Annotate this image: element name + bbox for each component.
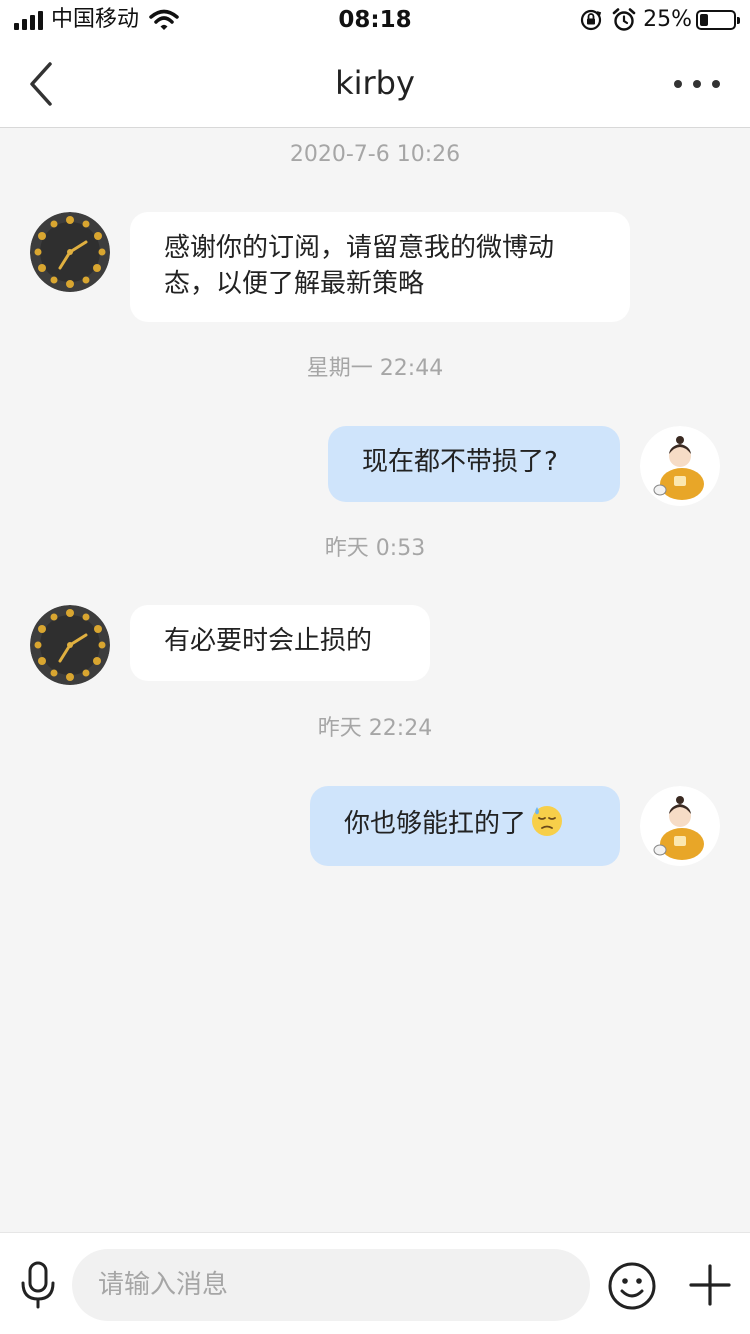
- outgoing-message-bubble[interactable]: 你也够能扛的了: [310, 786, 620, 866]
- battery-percent: 25%: [643, 7, 692, 32]
- status-bar: 中国移动 08:18 25%: [0, 0, 750, 40]
- message-timestamp: 昨天 0:53: [324, 536, 426, 561]
- girl-avatar-icon: [640, 426, 720, 506]
- more-dots-icon[interactable]: [672, 70, 722, 98]
- message-timestamp: 昨天 22:24: [317, 716, 433, 741]
- status-right: 25%: [579, 7, 740, 33]
- microphone-icon[interactable]: [18, 1261, 58, 1309]
- contact-avatar[interactable]: [30, 212, 110, 292]
- message-timestamp: 星期一 22:44: [306, 356, 444, 381]
- contact-avatar[interactable]: [30, 605, 110, 685]
- battery-icon: [696, 10, 740, 30]
- clock-avatar-icon: [30, 212, 110, 292]
- incoming-message-bubble[interactable]: 感谢你的订阅，请留意我的微博动态，以便了解最新策略: [130, 212, 630, 322]
- sweat-emoji-icon: [532, 806, 563, 836]
- outgoing-message-bubble[interactable]: 现在都不带损了?: [328, 426, 620, 502]
- girl-avatar-icon: [640, 786, 720, 866]
- nav-bar: kirby: [0, 40, 750, 128]
- incoming-message-bubble[interactable]: 有必要时会止损的: [130, 605, 430, 681]
- smiley-icon[interactable]: [607, 1261, 657, 1311]
- clock-avatar-icon: [30, 605, 110, 685]
- user-avatar[interactable]: [640, 786, 720, 866]
- message-input[interactable]: [72, 1249, 590, 1321]
- chat-title: kirby: [335, 64, 415, 102]
- alarm-icon: [612, 8, 636, 31]
- message-timestamp: 2020-7-6 10:26: [289, 142, 461, 167]
- battery-level: [700, 14, 708, 26]
- input-bar: [0, 1232, 750, 1334]
- user-avatar[interactable]: [640, 426, 720, 506]
- orientation-lock-icon: [580, 9, 602, 31]
- message-text: 你也够能扛的了: [344, 809, 527, 839]
- plus-icon[interactable]: [688, 1263, 732, 1307]
